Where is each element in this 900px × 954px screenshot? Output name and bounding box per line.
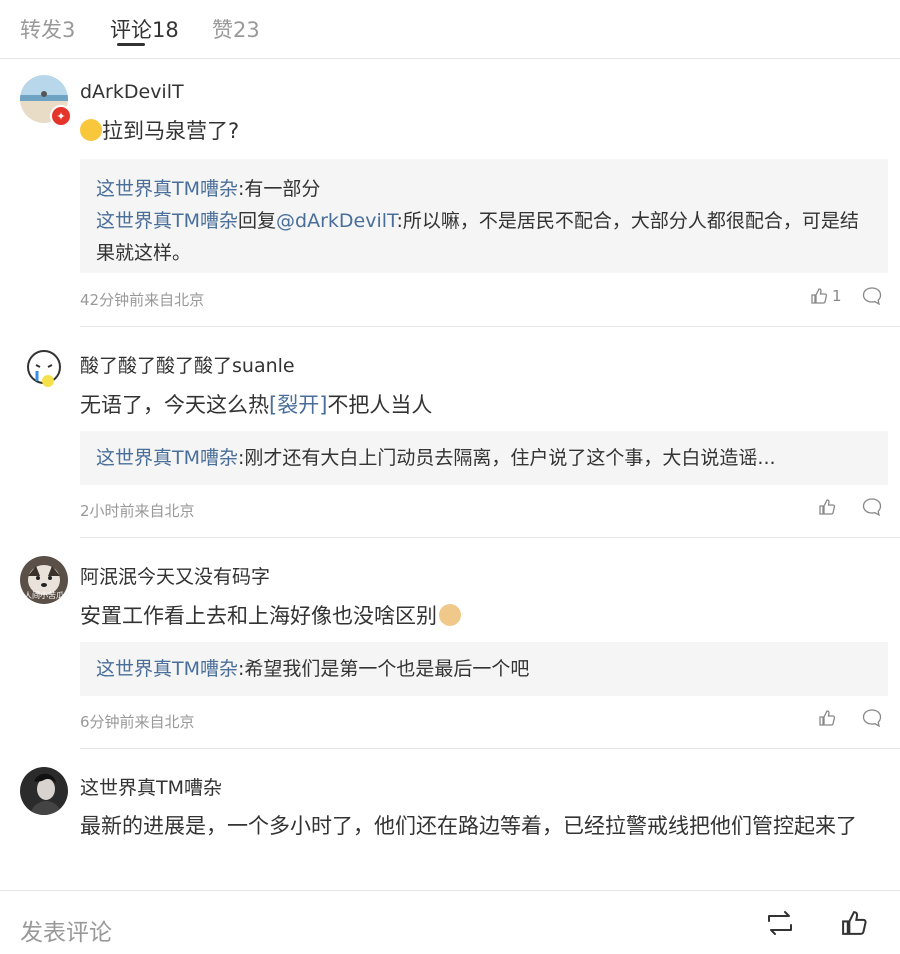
like-button[interactable] [818, 498, 836, 516]
divider [80, 748, 900, 749]
thumbs-up-icon [819, 710, 836, 726]
thumbs-up-icon [811, 288, 828, 304]
comment-meta: 6分钟前来自北京 [80, 713, 195, 731]
avatar[interactable] [20, 767, 68, 815]
reply-username[interactable]: 这世界真TM嘈杂 [96, 447, 238, 469]
verified-badge-icon: ✦ [50, 105, 72, 127]
comment-username[interactable]: 这世界真TM嘈杂 [80, 773, 222, 800]
reply-item: 这世界真TM嘈杂:希望我们是第一个也是最后一个吧 [96, 658, 530, 680]
avatar[interactable]: 人间小苦瓜 [20, 556, 68, 604]
tab-reposts[interactable]: 转发3 [20, 14, 75, 44]
comment-username[interactable]: 酸了酸了酸了酸了suanle [80, 351, 295, 378]
reply-username[interactable]: 这世界真TM嘈杂 [96, 658, 238, 680]
reply-username[interactable]: 这世界真TM嘈杂 [96, 178, 238, 200]
reply-box[interactable]: 这世界真TM嘈杂:有一部分 这世界真TM嘈杂回复@dArkDevilT:所以嘛，… [80, 159, 888, 273]
comment-text: 最新的进展是，一个多小时了，他们还在路边等着，已经拉警戒线把他们管控起来了 [80, 814, 857, 838]
comment-username[interactable]: 阿泯泯今天又没有码字 [80, 562, 270, 589]
like-button[interactable]: 1 [810, 287, 842, 305]
reply-username[interactable]: 这世界真TM嘈杂 [96, 210, 238, 232]
avatar[interactable] [20, 345, 68, 393]
like-count: 1 [832, 287, 842, 305]
comment-meta: 2小时前来自北京 [80, 502, 195, 520]
divider [80, 326, 900, 327]
comment-footer-bar: 发表评论 [0, 890, 900, 954]
like-button[interactable] [818, 709, 836, 727]
reply-icon[interactable] [862, 498, 882, 520]
repost-icon[interactable] [765, 910, 795, 940]
comment-meta: 42分钟前来自北京 [80, 291, 205, 309]
avatar-caption: 人间小苦瓜 [24, 591, 64, 600]
svg-text:✦: ✦ [56, 110, 65, 123]
tab-likes[interactable]: 赞23 [212, 14, 260, 44]
comment-username[interactable]: dArkDevilT [80, 81, 184, 103]
mention-link[interactable]: @dArkDevilT [276, 210, 397, 232]
tab-bar: 转发3 评论18 赞23 [0, 0, 900, 59]
active-tab-indicator [117, 43, 145, 46]
comment-text: 拉到马泉营了? [80, 113, 878, 149]
comment-text: 无语了，今天这么热[裂开]不把人当人 [80, 393, 433, 417]
reply-item: 这世界真TM嘈杂回复@dArkDevilT:所以嘛，不是居民不配合，大部分人都很… [96, 210, 859, 264]
doge-emoji-icon [439, 604, 461, 626]
reply-item: 这世界真TM嘈杂:刚才还有大白上门动员去隔离，住户说了这个事，大白说造谣... [96, 447, 776, 469]
like-footer-icon[interactable] [840, 909, 868, 941]
laugh-cry-emoji-icon [80, 119, 102, 141]
reply-icon[interactable] [862, 709, 882, 731]
tab-comments[interactable]: 评论18 [110, 14, 179, 44]
reply-box[interactable]: 这世界真TM嘈杂:刚才还有大白上门动员去隔离，住户说了这个事，大白说造谣... [80, 431, 888, 485]
reply-icon[interactable] [862, 287, 882, 309]
thumbs-up-icon [819, 499, 836, 515]
emoji-tag: [裂开] [269, 393, 328, 417]
reply-box[interactable]: 这世界真TM嘈杂:希望我们是第一个也是最后一个吧 [80, 642, 888, 696]
divider [80, 537, 900, 538]
reply-item: 这世界真TM嘈杂:有一部分 [96, 178, 321, 200]
comment-input[interactable]: 发表评论 [20, 913, 112, 947]
comment-text: 安置工作看上去和上海好像也没啥区别 [80, 598, 878, 634]
